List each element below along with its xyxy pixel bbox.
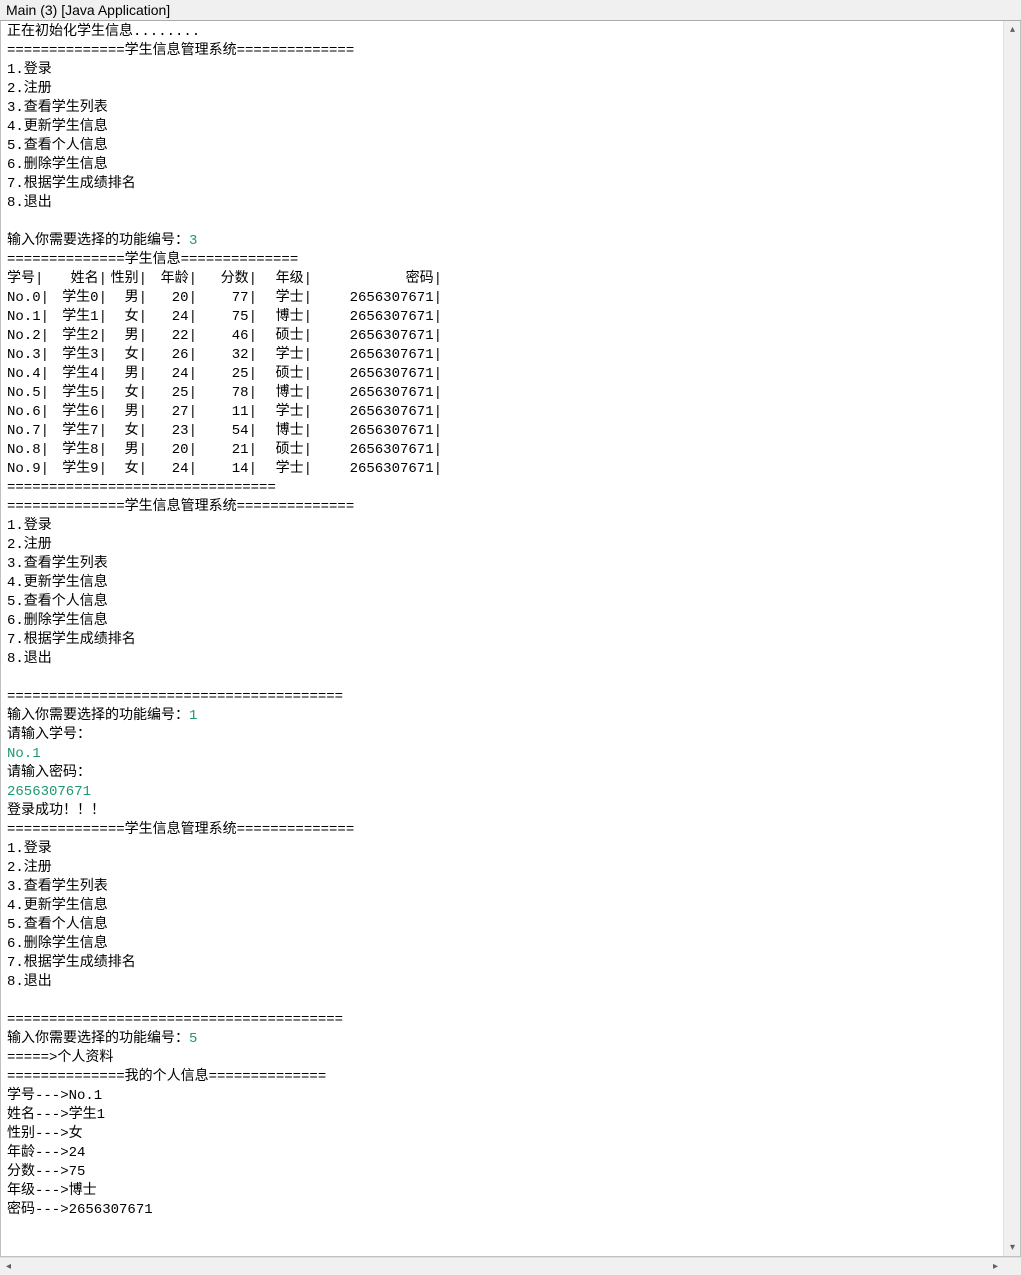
scroll-up-icon[interactable]: ▴ <box>1004 21 1021 38</box>
horizontal-scrollbar-container: ◂ ▸ <box>0 1257 1021 1274</box>
horizontal-scrollbar[interactable]: ◂ ▸ <box>0 1258 1004 1274</box>
scrollbar-corner <box>1004 1258 1021 1275</box>
window-title: Main (3) [Java Application] <box>0 0 1021 21</box>
scroll-track-vertical[interactable] <box>1004 38 1020 1239</box>
console-output[interactable]: 正在初始化学生信息........ ==============学生信息管理系统… <box>1 21 1003 1256</box>
scroll-down-icon[interactable]: ▾ <box>1004 1239 1021 1256</box>
vertical-scrollbar[interactable]: ▴ ▾ <box>1003 21 1020 1256</box>
scroll-left-icon[interactable]: ◂ <box>0 1258 17 1275</box>
scroll-right-icon[interactable]: ▸ <box>987 1258 1004 1275</box>
console-wrapper: 正在初始化学生信息........ ==============学生信息管理系统… <box>0 21 1021 1257</box>
